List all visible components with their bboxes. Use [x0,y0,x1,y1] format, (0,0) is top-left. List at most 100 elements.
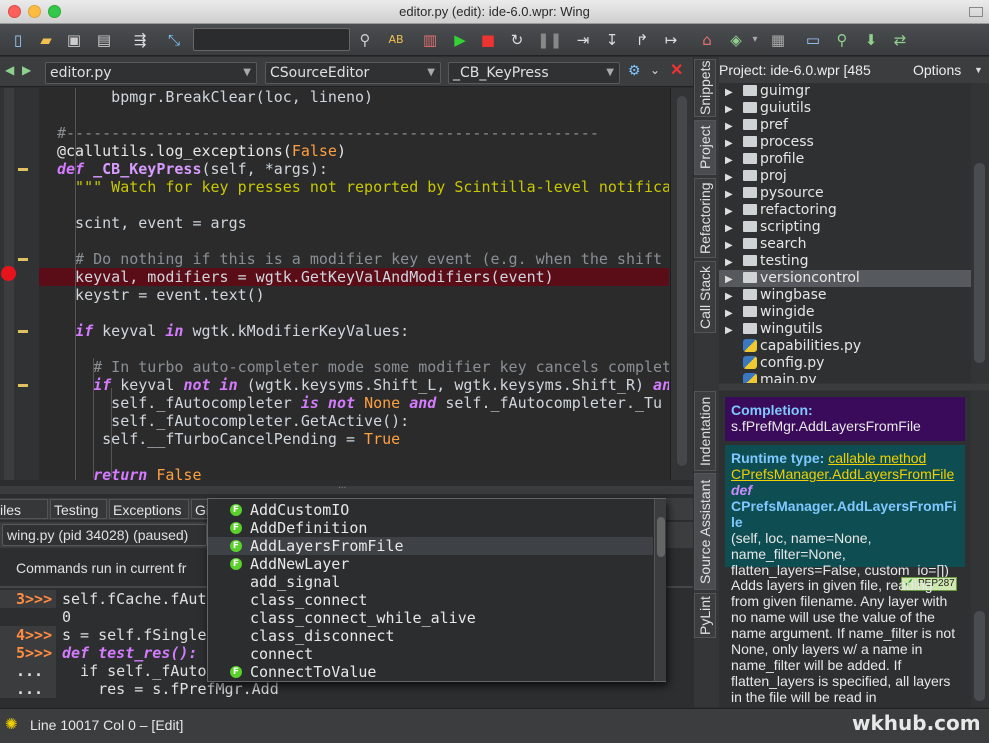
project-tree-item[interactable]: ▶ testing [719,253,971,270]
code-line[interactable]: @callutils.log_exceptions(False) [39,142,669,160]
expand-arrow-icon[interactable]: ▶ [719,288,743,305]
download-icon[interactable]: ⬇ [861,30,881,50]
fold-marker-icon[interactable] [18,384,28,387]
project-tree-item[interactable]: ▶ process [719,134,971,151]
breakpoint-margin[interactable] [4,88,14,480]
minimize-window-button[interactable] [28,5,41,18]
expand-arrow-icon[interactable]: ▶ [719,322,743,339]
code-line[interactable]: return False [39,466,669,480]
autocomplete-item[interactable]: F AddCustomIO [208,501,653,519]
project-tree-item[interactable]: ▶ refactoring [719,202,971,219]
pane-splitter[interactable] [719,384,989,390]
options-icon[interactable]: ⚙ [628,62,641,79]
fullscreen-icon[interactable] [969,7,983,17]
code-line[interactable] [39,448,669,466]
continue-icon[interactable]: ↦ [661,30,681,50]
code-line[interactable]: # In turbo auto-completer mode some modi… [39,358,669,376]
code-line[interactable]: """ Watch for key presses not reported b… [39,178,669,196]
project-tree[interactable]: ▶ guimgr ▶ guiutils ▶ pref ▶ process ▶ profile ▶ pr… [719,83,971,383]
toolbar-search-input[interactable] [193,28,350,51]
search-icon[interactable]: ⚲ [355,30,375,50]
stop-icon[interactable]: ■ [478,30,498,50]
autocomplete-popup[interactable]: F AddCustomIO F AddDefinition F AddLayersFrom… [207,498,666,682]
spell-check-icon[interactable]: AB [386,30,406,50]
goto-definition-icon[interactable]: ⤡ [164,30,184,50]
fold-marker-icon[interactable] [18,168,28,171]
class-selector[interactable]: CSourceEditor ▼ [265,62,441,84]
tab-project[interactable]: Project [694,120,716,175]
editor-vertical-scrollbar[interactable] [670,88,693,480]
code-line[interactable]: self._fAutocompleter is not None and sel… [39,394,669,412]
bug-icon[interactable]: ✺ [5,715,18,733]
project-tree-item[interactable]: ▶ profile [719,151,971,168]
diff-icon[interactable]: ◈ [726,30,746,50]
autocomplete-item[interactable]: F AddLayersFromFile [208,537,653,555]
code-line[interactable]: keyval, modifiers = wgtk.GetKeyValAndMod… [39,268,669,286]
tab-indentation[interactable]: Indentation [694,391,716,471]
project-tree-item[interactable]: ▶ pref [719,117,971,134]
tab-exceptions[interactable]: Exceptions [109,499,189,519]
indent-icon[interactable]: ⇶ [130,30,150,50]
code-line[interactable]: self.__fTurboCancelPending = True [39,430,669,448]
tab-snippets[interactable]: Snippets [694,59,716,117]
editor-gutter[interactable] [0,88,39,480]
scrollbar-thumb[interactable] [974,611,985,701]
autocomplete-item[interactable]: class_connect_while_alive [208,609,653,627]
monitor-icon[interactable]: ▭ [803,30,823,50]
save-icon[interactable]: ▣ [64,30,84,50]
step-into-icon[interactable]: ↧ [602,30,622,50]
home-icon[interactable]: ⌂ [697,30,717,50]
save-all-icon[interactable]: ▤ [94,30,114,50]
fold-marker-icon[interactable] [18,258,28,261]
code-line[interactable]: self._fAutocompleter.GetActive(): [39,412,669,430]
code-line[interactable]: bpmgr.BreakClear(loc, lineno) [39,88,669,106]
fold-marker-icon[interactable] [18,330,28,333]
autocomplete-item[interactable]: F AddDefinition [208,519,653,537]
chevron-down-icon[interactable]: ▼ [974,65,983,75]
project-tree-item[interactable]: ▶ pysource [719,185,971,202]
tab-refactoring[interactable]: Refactoring [694,178,716,258]
autocomplete-item[interactable]: F ConnectToValue [208,663,653,681]
code-line[interactable]: # Do nothing if this is a modifier key e… [39,250,669,268]
autocomplete-item[interactable]: class_connect [208,591,653,609]
expand-arrow-icon[interactable]: ▶ [719,271,743,288]
project-tree-item[interactable]: ▶ wingutils [719,321,971,338]
project-tree-item[interactable]: main.py [719,372,971,383]
autocomplete-item[interactable]: F AddNewLayer [208,555,653,573]
autocomplete-item[interactable]: connect [208,645,653,663]
code-line[interactable] [39,196,669,214]
expand-arrow-icon[interactable]: ▶ [719,169,743,186]
scrollbar-thumb[interactable] [657,517,665,557]
project-tree-item[interactable]: ▶ scripting [719,219,971,236]
run-icon[interactable]: ▶ [450,30,470,50]
close-icon[interactable]: ✕ [670,60,683,80]
project-tree-item[interactable]: ▶ wingbase [719,287,971,304]
autocomplete-item[interactable]: add_signal [208,573,653,591]
runtime-class-link[interactable]: CPrefsManager.AddLayersFromFile [731,466,959,482]
expand-arrow-icon[interactable]: ▶ [719,237,743,254]
sync-icon[interactable]: ⇄ [890,30,910,50]
step-out-icon[interactable]: ↱ [632,30,652,50]
function-selector[interactable]: _CB_KeyPress ▼ [448,62,620,84]
forward-arrow-icon[interactable]: ▶ [22,63,31,77]
restart-icon[interactable]: ↻ [507,30,527,50]
tab-pylint[interactable]: PyLint [694,593,716,638]
chevron-down-icon[interactable]: ▾ [745,30,765,50]
project-tree-item[interactable]: ▶ wingide [719,304,971,321]
autocomplete-item[interactable]: class_disconnect [208,627,653,645]
autocomplete-scrollbar[interactable] [654,499,666,681]
project-tree-item[interactable]: ▶ versioncontrol [719,270,971,287]
project-tree-item[interactable]: ▶ search [719,236,971,253]
expand-arrow-icon[interactable]: ▶ [719,118,743,135]
debug-file-icon[interactable]: ▥ [420,30,440,50]
expand-arrow-icon[interactable]: ▶ [719,305,743,322]
expand-arrow-icon[interactable]: ▶ [719,254,743,271]
code-line[interactable]: #---------------------------------------… [39,124,669,142]
project-options-menu[interactable]: Options [913,62,961,78]
chevron-down-icon[interactable]: ⌄ [650,63,660,77]
project-tree-item[interactable]: config.py [719,355,971,372]
tab-source-assistant[interactable]: Source Assistant [694,473,716,590]
expand-arrow-icon[interactable]: ▶ [719,203,743,220]
expand-arrow-icon[interactable]: ▶ [719,84,743,101]
project-tree-item[interactable]: ▶ guiutils [719,100,971,117]
